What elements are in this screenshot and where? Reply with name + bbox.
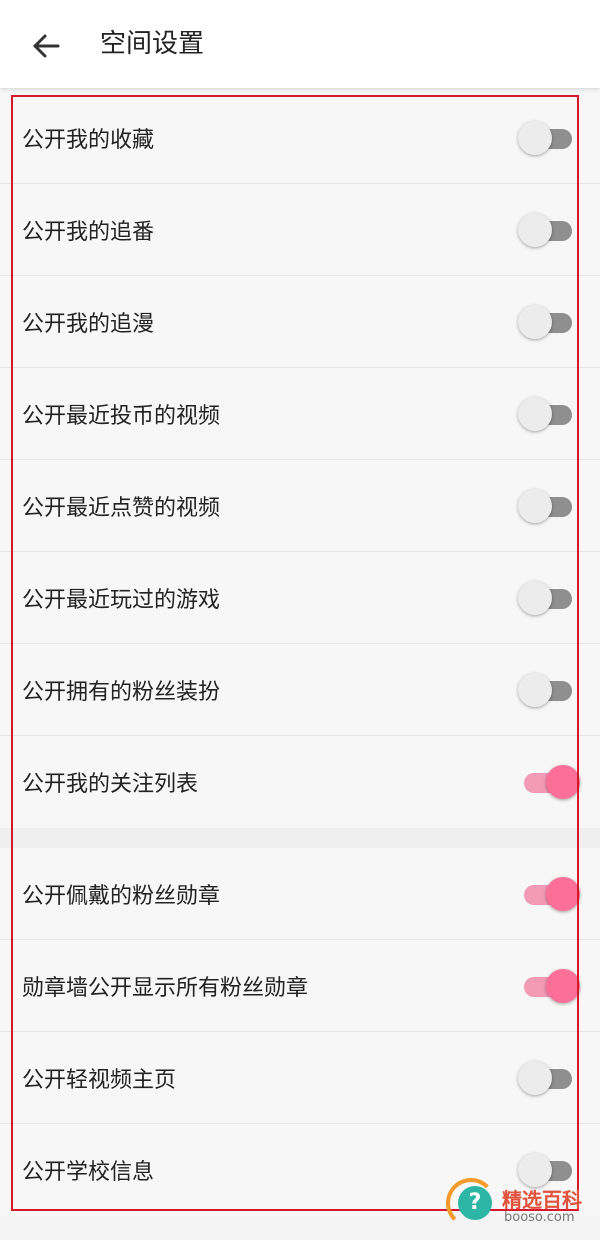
- setting-row-comics: 公开我的追漫: [0, 276, 600, 368]
- setting-row-coins: 公开最近投币的视频: [0, 368, 600, 460]
- back-button[interactable]: [24, 24, 68, 68]
- toggle-switch[interactable]: [518, 396, 574, 432]
- setting-label: 公开最近玩过的游戏: [22, 587, 221, 613]
- toggle-switch[interactable]: [518, 1060, 574, 1096]
- setting-row-following: 公开我的关注列表: [0, 736, 600, 828]
- setting-label: 公开我的关注列表: [22, 772, 199, 797]
- setting-row-favorites: 公开我的收藏: [0, 92, 600, 184]
- setting-label: 公开轻视频主页: [22, 1067, 177, 1093]
- setting-label: 公开我的收藏: [22, 127, 155, 153]
- toggle-switch[interactable]: [518, 304, 574, 340]
- toggle-switch[interactable]: [518, 876, 580, 912]
- page-title: 空间设置: [100, 29, 205, 59]
- toggle-switch[interactable]: [518, 1152, 574, 1188]
- toggle-switch[interactable]: [518, 764, 580, 800]
- toggle-switch[interactable]: [518, 580, 574, 616]
- setting-label: 公开佩戴的粉丝勋章: [22, 883, 221, 909]
- toggle-switch[interactable]: [518, 488, 574, 524]
- setting-label: 公开最近点赞的视频: [22, 495, 221, 521]
- toggle-switch[interactable]: [518, 120, 574, 156]
- setting-label: 公开学校信息: [22, 1160, 155, 1185]
- setting-label: 勋章墙公开显示所有粉丝勋章: [22, 975, 309, 1001]
- settings-list: 公开我的收藏 公开我的追番 公开我的追漫 公开最近投币的视频 公开最近点赞的视频…: [0, 92, 600, 1216]
- setting-label: 公开最近投币的视频: [22, 403, 221, 429]
- setting-label: 公开我的追漫: [22, 311, 155, 337]
- toggle-switch[interactable]: [518, 672, 574, 708]
- setting-row-light-video: 公开轻视频主页: [0, 1032, 600, 1124]
- setting-row-anime: 公开我的追番: [0, 184, 600, 276]
- setting-row-fan-decor: 公开拥有的粉丝装扮: [0, 644, 600, 736]
- toggle-switch[interactable]: [518, 968, 580, 1004]
- setting-row-school: 公开学校信息: [0, 1124, 600, 1216]
- setting-row-fan-medal: 公开佩戴的粉丝勋章: [0, 848, 600, 940]
- section-divider: [0, 828, 600, 848]
- setting-label: 公开我的追番: [22, 219, 155, 245]
- setting-label: 公开拥有的粉丝装扮: [22, 679, 221, 705]
- setting-row-games: 公开最近玩过的游戏: [0, 552, 600, 644]
- setting-row-likes: 公开最近点赞的视频: [0, 460, 600, 552]
- setting-row-medal-wall: 勋章墙公开显示所有粉丝勋章: [0, 940, 600, 1032]
- toggle-switch[interactable]: [518, 212, 574, 248]
- top-app-bar: 空间设置: [0, 0, 600, 88]
- arrow-left-icon: [33, 34, 60, 58]
